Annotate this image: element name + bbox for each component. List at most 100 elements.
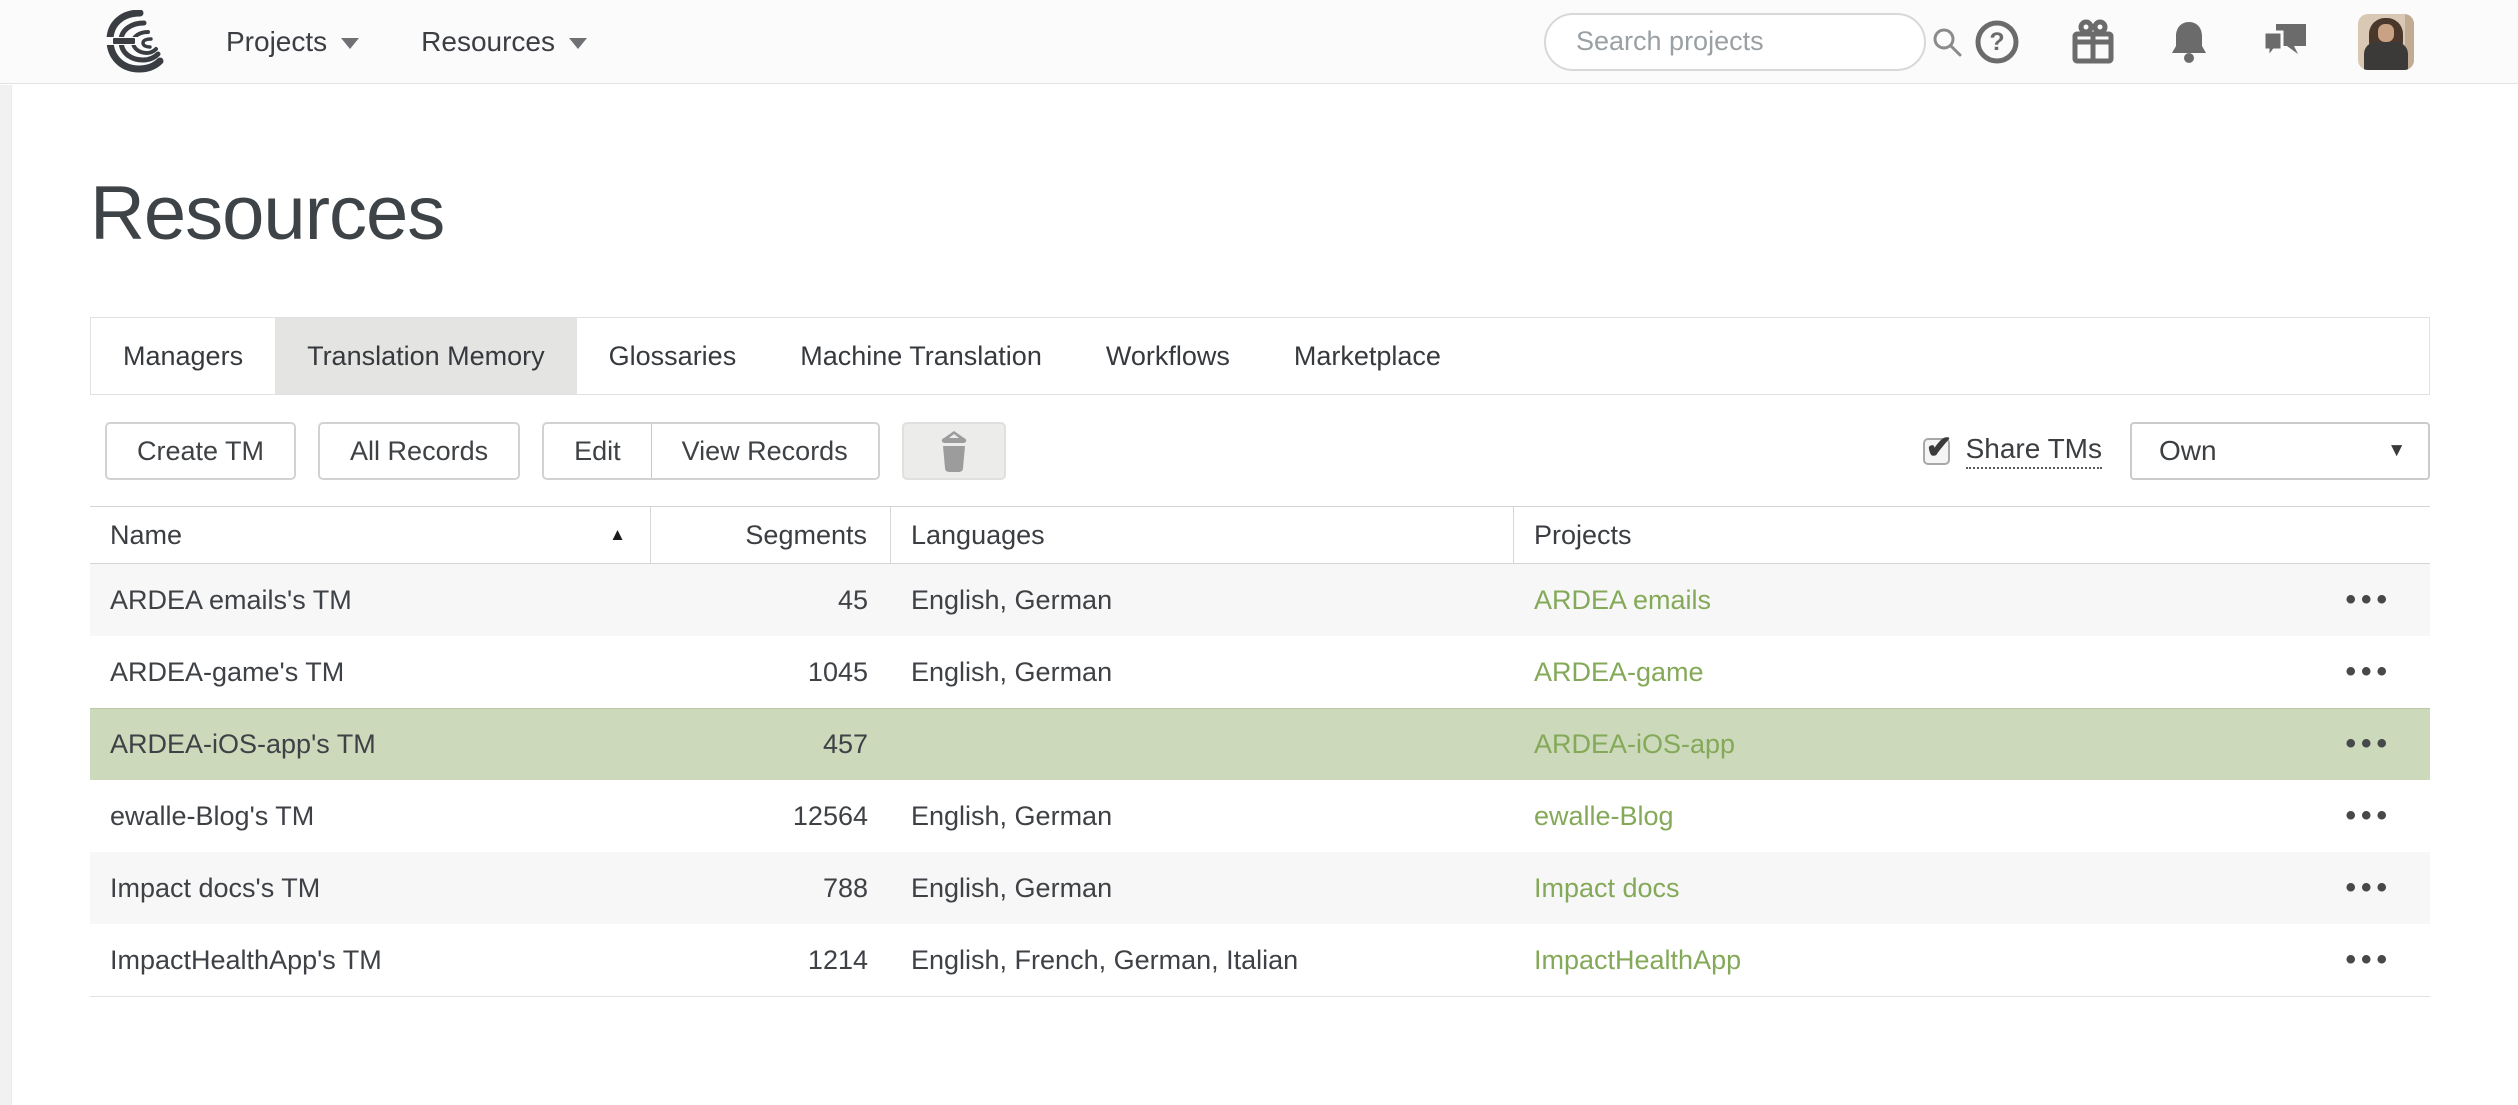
tm-name-cell: ARDEA emails's TM (90, 564, 651, 636)
search-input[interactable] (1576, 26, 1930, 57)
table-header: Name ▲ Segments Languages Projects (90, 506, 2430, 564)
nav-menu-resources[interactable]: Resources (421, 26, 587, 58)
tm-languages-cell: English, German (891, 564, 1514, 636)
user-avatar[interactable] (2358, 14, 2414, 70)
tm-languages: English, German (911, 873, 1112, 904)
tab[interactable]: Marketplace (1262, 318, 1473, 394)
edit-button[interactable]: Edit (544, 424, 651, 478)
column-header-name[interactable]: Name ▲ (90, 507, 651, 563)
tab-label: Machine Translation (800, 341, 1042, 372)
messages-icon[interactable] (2260, 18, 2310, 66)
tm-projects-cell: ImpactHealthApp ••• (1514, 924, 2430, 996)
table-row[interactable]: ARDEA emails's TM 45 English, German ARD… (90, 564, 2430, 636)
edit-label: Edit (574, 436, 621, 467)
tm-projects-cell: ewalle-Blog ••• (1514, 780, 2430, 852)
sort-ascending-icon[interactable]: ▲ (609, 525, 626, 545)
nav-menu-projects-label: Projects (226, 26, 327, 58)
navbar-icons: ? (1974, 14, 2414, 70)
row-actions-ellipsis-icon[interactable]: ••• (2345, 585, 2392, 615)
main-navigation: Projects Resources (226, 26, 649, 58)
chevron-down-icon (569, 38, 587, 49)
table-row[interactable]: Impact docs's TM 788 English, German Imp… (90, 852, 2430, 924)
create-tm-button[interactable]: Create TM (105, 422, 296, 480)
gift-icon[interactable] (2068, 17, 2118, 67)
column-header-languages-label: Languages (911, 520, 1045, 551)
table-row[interactable]: ewalle-Blog's TM 12564 English, German e… (90, 780, 2430, 852)
tm-projects-cell: ARDEA emails ••• (1514, 564, 2430, 636)
tm-name-cell: Impact docs's TM (90, 852, 651, 924)
tm-name: ewalle-Blog's TM (110, 801, 314, 832)
toolbar-right-group: ✔ Share TMs Own ▼ (1923, 422, 2430, 480)
nav-menu-projects[interactable]: Projects (226, 26, 359, 58)
search-icon[interactable] (1930, 25, 1964, 59)
page-left-gutter (0, 85, 12, 1105)
select-caret-icon: ▼ (2387, 440, 2406, 462)
tm-segments-cell: 12564 (651, 780, 891, 852)
tab[interactable]: Managers (91, 318, 275, 394)
tm-projects-cell: ARDEA-game ••• (1514, 636, 2430, 708)
create-tm-label: Create TM (137, 436, 264, 467)
row-actions-ellipsis-icon[interactable]: ••• (2345, 945, 2392, 975)
row-actions-ellipsis-icon[interactable]: ••• (2345, 729, 2392, 759)
tm-segments-count: 457 (823, 729, 868, 760)
tm-segments-count: 788 (823, 873, 868, 904)
tm-name-cell: ImpactHealthApp's TM (90, 924, 651, 996)
column-header-projects[interactable]: Projects (1514, 507, 2430, 563)
tm-languages-cell (891, 708, 1514, 780)
tab[interactable]: Glossaries (577, 318, 769, 394)
project-link[interactable]: ARDEA-iOS-app (1534, 729, 1735, 760)
project-link[interactable]: ARDEA-game (1534, 657, 1704, 688)
tm-segments-count: 12564 (793, 801, 868, 832)
column-header-projects-label: Projects (1534, 520, 1632, 551)
project-link[interactable]: ImpactHealthApp (1534, 945, 1741, 976)
project-link[interactable]: ewalle-Blog (1534, 801, 1674, 832)
tm-projects-cell: ARDEA-iOS-app ••• (1514, 708, 2430, 780)
tab-label: Workflows (1106, 341, 1230, 372)
tm-languages: English, German (911, 801, 1112, 832)
tab[interactable]: Translation Memory (275, 318, 577, 394)
delete-tm-button[interactable] (902, 422, 1006, 480)
page-title: Resources (90, 170, 2430, 257)
trash-icon (934, 429, 974, 473)
tab[interactable]: Machine Translation (768, 318, 1074, 394)
tm-segments-cell: 45 (651, 564, 891, 636)
share-tms-checkbox[interactable]: ✔ (1923, 438, 1950, 465)
view-records-button[interactable]: View Records (651, 424, 878, 478)
avatar-face (2378, 24, 2394, 42)
tm-toolbar: Create TM All Records Edit View Records (90, 422, 2430, 480)
project-link[interactable]: Impact docs (1534, 873, 1680, 904)
navbar-right-group: ? (1544, 13, 2414, 71)
all-records-button[interactable]: All Records (318, 422, 520, 480)
notifications-icon[interactable] (2166, 18, 2212, 66)
row-actions-ellipsis-icon[interactable]: ••• (2345, 873, 2392, 903)
tm-segments-count: 1214 (808, 945, 868, 976)
tm-scope-select[interactable]: Own ▼ (2130, 422, 2430, 480)
share-tms-label: Share TMs (1966, 433, 2102, 469)
column-header-languages[interactable]: Languages (891, 507, 1514, 563)
column-header-segments-label: Segments (745, 520, 867, 551)
share-tms-toggle[interactable]: ✔ Share TMs (1923, 433, 2102, 469)
app-logo[interactable] (104, 10, 174, 74)
help-icon[interactable]: ? (1974, 19, 2020, 65)
tm-languages-cell: English, German (891, 780, 1514, 852)
table-row[interactable]: ARDEA-game's TM 1045 English, German ARD… (90, 636, 2430, 708)
table-body: ARDEA emails's TM 45 English, German ARD… (90, 564, 2430, 997)
tab-label: Translation Memory (307, 341, 545, 372)
all-records-label: All Records (350, 436, 488, 467)
column-header-segments[interactable]: Segments (651, 507, 891, 563)
table-row[interactable]: ARDEA-iOS-app's TM 457 ARDEA-iOS-app ••• (90, 708, 2430, 780)
row-actions-ellipsis-icon[interactable]: ••• (2345, 657, 2392, 687)
row-actions-ellipsis-icon[interactable]: ••• (2345, 801, 2392, 831)
main-content: Resources Managers Translation Memory Gl… (0, 170, 2518, 997)
tab-label: Marketplace (1294, 341, 1441, 372)
tm-name: ARDEA emails's TM (110, 585, 352, 616)
project-search[interactable] (1544, 13, 1926, 71)
tm-languages: English, German (911, 657, 1112, 688)
tm-projects-cell: Impact docs ••• (1514, 852, 2430, 924)
table-row[interactable]: ImpactHealthApp's TM 1214 English, Frenc… (90, 924, 2430, 996)
top-navbar: Projects Resources ? (0, 0, 2518, 84)
edit-view-button-group: Edit View Records (542, 422, 880, 480)
project-link[interactable]: ARDEA emails (1534, 585, 1711, 616)
tab[interactable]: Workflows (1074, 318, 1262, 394)
tm-scope-selected-value: Own (2159, 435, 2217, 467)
